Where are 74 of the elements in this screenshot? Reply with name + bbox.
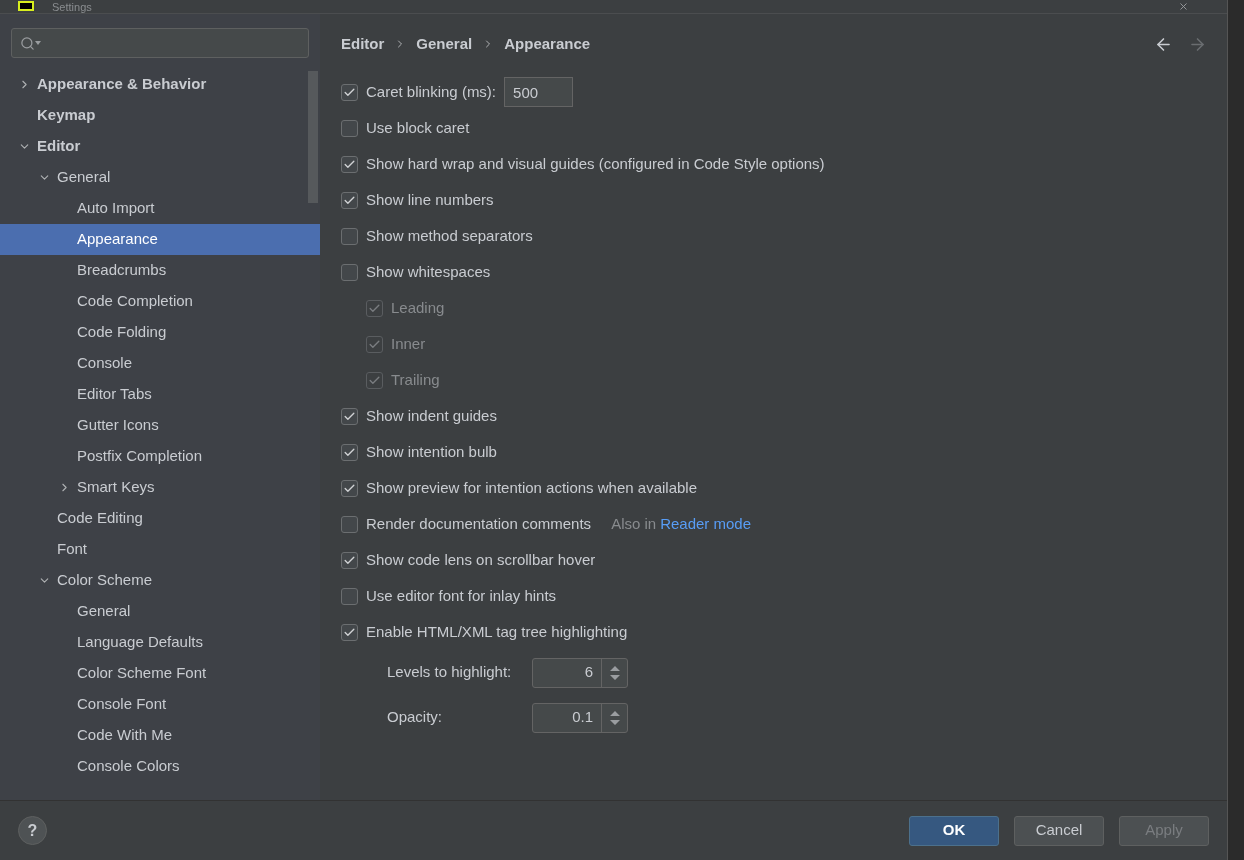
checkbox-label: Use block caret <box>366 117 470 138</box>
tree-item[interactable]: Auto Import <box>0 193 320 224</box>
checkbox[interactable] <box>341 551 358 569</box>
search-field[interactable] <box>11 28 309 58</box>
tree-item[interactable]: Breadcrumbs <box>0 255 320 286</box>
checkbox[interactable] <box>341 479 358 497</box>
tree-item[interactable]: Console Font <box>0 689 320 720</box>
checkbox[interactable] <box>341 515 358 533</box>
tree-item[interactable]: Keymap <box>0 100 320 131</box>
checkbox[interactable] <box>341 83 358 101</box>
checkbox-label: Show preview for intention actions when available <box>366 477 698 498</box>
tree-item[interactable]: General <box>0 596 320 627</box>
dialog-button[interactable]: Cancel <box>1014 815 1104 846</box>
tree-item[interactable]: Console <box>0 348 320 379</box>
checkbox-label: Leading <box>391 297 445 318</box>
spinner-label: Levels to highlight: <box>387 662 513 683</box>
checkbox-label: Show hard wrap and visual guides (configured in Code Style options) <box>366 153 825 174</box>
checkbox-label: Show method separators <box>366 225 533 246</box>
tree-item[interactable]: Code With Me <box>0 720 320 751</box>
input-field[interactable]: 500 <box>504 77 574 107</box>
checkbox[interactable] <box>341 119 358 137</box>
tree-item[interactable]: Code Completion <box>0 286 320 317</box>
checkbox-label: Show indent guides <box>366 405 497 426</box>
checkbox-label: Trailing <box>391 369 440 390</box>
spinner-arrows-icon <box>608 664 621 681</box>
checkbox-label: Render documentation comments <box>366 513 592 534</box>
checkbox[interactable] <box>341 263 358 281</box>
spinner-arrows-icon <box>608 709 621 726</box>
checkbox[interactable] <box>341 191 358 209</box>
close-icon[interactable] <box>1178 1 1189 12</box>
tree-item[interactable]: Editor Tabs <box>0 379 320 410</box>
checkbox[interactable] <box>341 227 358 245</box>
tree-item[interactable]: Editor <box>0 131 320 162</box>
tree-item[interactable]: Code Folding <box>0 317 320 348</box>
checkbox-label: Show whitespaces <box>366 261 491 282</box>
tree-item[interactable]: Smart Keys <box>0 472 320 503</box>
search-icon <box>20 35 35 51</box>
tree-item[interactable]: Postfix Completion <box>0 441 320 472</box>
caret-icon <box>35 41 41 45</box>
scrollbar-thumb[interactable] <box>308 71 318 203</box>
breadcrumb[interactable]: General <box>416 32 473 56</box>
reader-mode-link[interactable]: Reader mode <box>660 512 752 536</box>
spinner-label: Opacity: <box>387 707 444 728</box>
checkbox-label: Show intention bulb <box>366 441 497 462</box>
checkbox-label: Enable HTML/XML tag tree highlighting <box>366 621 628 642</box>
tree-item[interactable]: Code Editing <box>0 503 320 534</box>
tree-item[interactable]: Console Colors <box>0 751 320 782</box>
help-button[interactable]: ? <box>18 816 47 845</box>
checkbox[interactable] <box>341 443 358 461</box>
checkbox-label: Inner <box>391 333 426 354</box>
checkbox[interactable] <box>341 155 358 173</box>
number-spinner[interactable]: 6 <box>532 657 628 688</box>
checkbox-label: Show line numbers <box>366 189 494 210</box>
note-text: Also in <box>611 513 657 534</box>
checkbox-label: Caret blinking (ms): <box>366 81 497 102</box>
window-title: Settings <box>52 1 92 13</box>
number-spinner[interactable]: 0.1 <box>532 702 628 733</box>
tree-item[interactable]: Appearance & Behavior <box>0 69 320 100</box>
tree-item[interactable]: Color Scheme <box>0 565 320 596</box>
app-logo-icon <box>18 1 34 11</box>
checkbox[interactable] <box>341 587 358 605</box>
tree-item[interactable]: Gutter Icons <box>0 410 320 441</box>
tree-item[interactable]: Font <box>0 534 320 565</box>
tree-item[interactable]: Appearance <box>0 224 320 255</box>
checkbox-label: Show code lens on scrollbar hover <box>366 549 596 570</box>
breadcrumb[interactable]: Editor <box>341 32 385 56</box>
checkbox[interactable] <box>341 407 358 425</box>
breadcrumb[interactable]: Appearance <box>504 32 591 56</box>
tree-item[interactable]: Language Defaults <box>0 627 320 658</box>
tree-item[interactable]: General <box>0 162 320 193</box>
checkbox[interactable] <box>341 623 358 641</box>
tree-item[interactable]: Color Scheme Font <box>0 658 320 689</box>
checkbox-label: Use editor font for inlay hints <box>366 585 557 606</box>
dialog-button[interactable]: OK <box>909 815 999 846</box>
